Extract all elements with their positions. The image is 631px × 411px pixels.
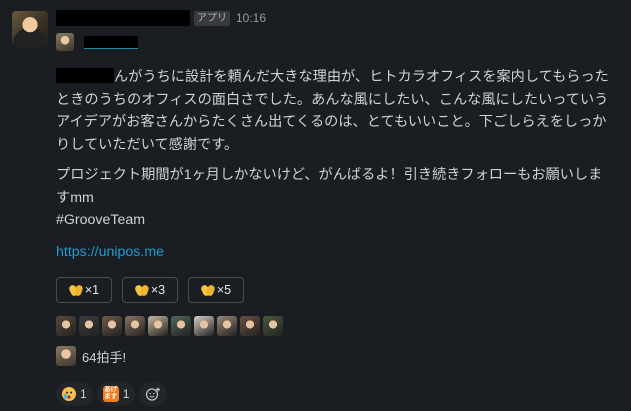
timestamp[interactable]: 10:16 [236,11,266,25]
reaction-crying[interactable]: 1 [56,382,93,406]
clap-summary-avatar[interactable] [56,346,76,366]
sender-avatar[interactable] [12,11,48,47]
add-emoji-icon [146,387,161,401]
clap-x5-button[interactable]: ×5 [188,277,244,303]
clapper-avatars [56,316,283,336]
clap-x5-label: ×5 [216,283,232,297]
message-paragraph-2: プロジェクト期間が1ヶ月しかないけど、がんばるよ！引き続きフォローもお願いします… [56,167,603,228]
recipient-row [56,33,138,51]
add-reaction-button[interactable] [139,382,168,406]
clapper-avatar[interactable] [148,316,168,336]
clapper-avatar[interactable] [171,316,191,336]
mention-redacted [56,68,114,83]
message: アプリ 10:16 んがうちに設計を頼んだ大きな理由が、ヒトカラオフィスを案内し… [0,0,631,411]
clapper-avatar[interactable] [240,316,260,336]
clapper-avatar[interactable] [102,316,122,336]
clap-summary-row: 64拍手! [56,346,126,366]
paragraph-1-text: んがうちに設計を頼んだ大きな理由が、ヒトカラオフィスを案内してもらったときのうち… [56,69,609,153]
clapper-avatar[interactable] [194,316,214,336]
clap-x1-button[interactable]: ×1 [56,277,112,303]
clap-icon [135,283,149,297]
message-header: アプリ 10:16 [56,8,266,28]
clap-buttons: ×1 ×3 ×5 [56,277,244,303]
clapper-avatar[interactable] [217,316,237,336]
clap-count: 64拍手! [82,349,127,365]
app-badge: アプリ [194,10,230,26]
clap-icon [201,283,215,297]
reaction-agemasu[interactable]: あげます 1 [96,382,136,406]
agemasu-stamp-icon: あげます [102,386,119,402]
reaction-crying-count: 1 [80,387,87,401]
clapper-avatar[interactable] [79,316,99,336]
clap-icon [69,283,83,297]
message-body: んがうちに設計を頼んだ大きな理由が、ヒトカラオフィスを案内してもらったときのうち… [56,66,616,240]
recipient-name-redacted[interactable] [84,35,138,49]
clapper-avatar[interactable] [125,316,145,336]
sender-name-redacted[interactable] [56,10,190,26]
clapper-avatar[interactable] [263,316,283,336]
clap-x3-button[interactable]: ×3 [122,277,178,303]
reaction-agemasu-count: 1 [122,387,130,401]
emoji-reactions: 1 あげます 1 [56,382,168,406]
clapper-avatar[interactable] [56,316,76,336]
crying-face-icon [62,387,76,401]
message-paragraph-1: んがうちに設計を頼んだ大きな理由が、ヒトカラオフィスを案内してもらったときのうち… [56,66,616,156]
unipos-link[interactable]: https://unipos.me [56,244,164,260]
clap-x3-label: ×3 [150,283,166,297]
recipient-avatar[interactable] [56,33,74,51]
clap-x1-label: ×1 [84,283,100,297]
